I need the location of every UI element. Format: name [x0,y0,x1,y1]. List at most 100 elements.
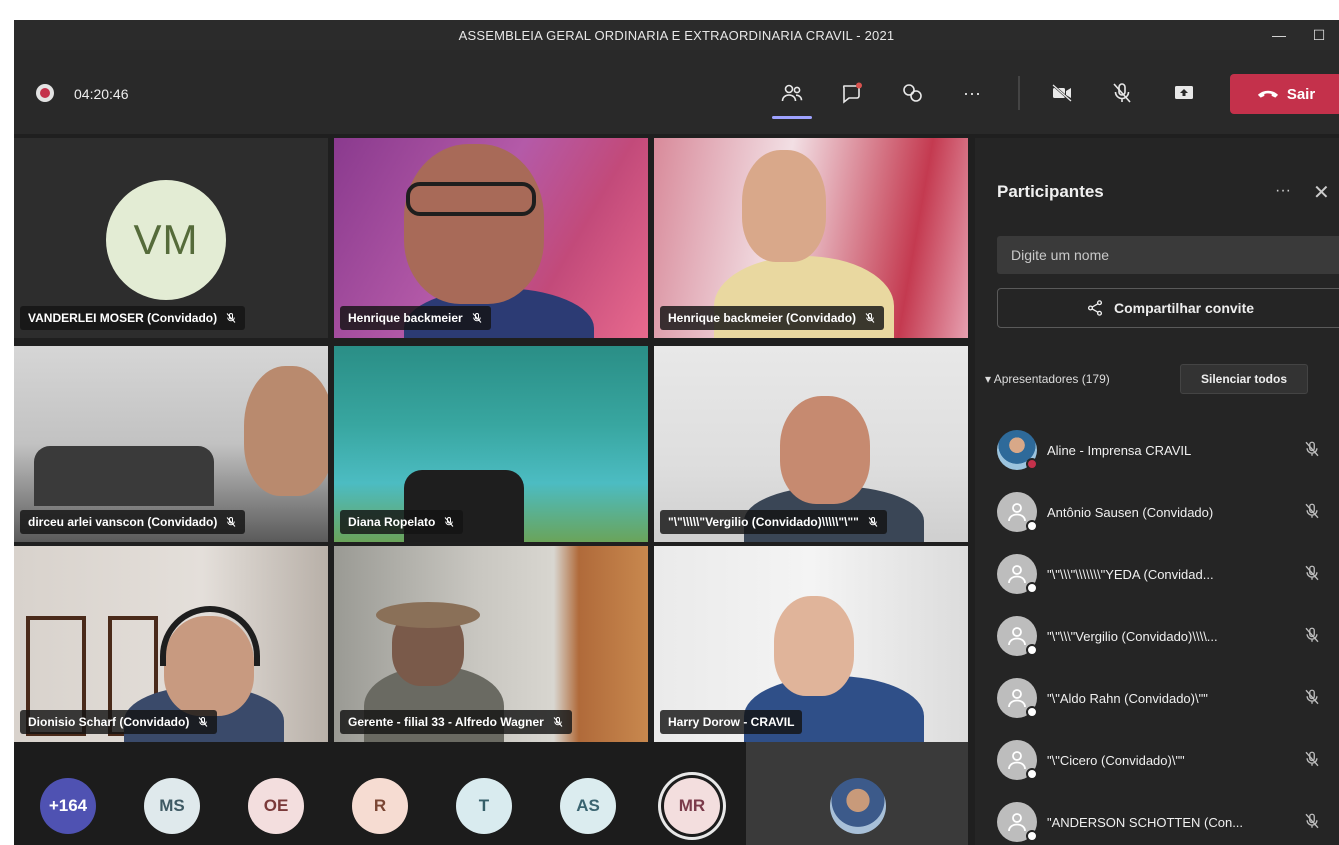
participant-name: Henrique backmeier (Convidado) [668,311,857,325]
mic-off-icon[interactable] [1104,76,1140,110]
participant-name: Dionisio Scharf (Convidado) [28,715,190,729]
video-tile[interactable]: VM VANDERLEI MOSER (Convidado) [14,138,328,338]
avatar [997,492,1038,532]
mic-off-icon [868,517,878,527]
video-tile[interactable]: Dionisio Scharf (Convidado) [14,546,328,742]
mic-off-icon [865,313,875,323]
person-icon [1008,627,1026,646]
participant-name: Antônio Sausen (Convidado) [1047,504,1214,520]
close-icon[interactable]: ✕ [1313,180,1330,205]
participant-name: dirceu arlei vanscon (Convidado) [28,515,218,529]
participant-row[interactable]: "\"\\\"Vergilio (Convidado)\\\\... [997,614,1337,658]
participant-row[interactable]: "\"Cicero (Convidado)\"" [997,738,1337,782]
avatar-speaking[interactable]: MR [664,778,720,834]
participant-row[interactable]: Antônio Sausen (Convidado) [997,490,1337,534]
participant-name-tag: Harry Dorow - CRAVIL [660,710,803,734]
minimize-icon[interactable]: — [1259,20,1299,50]
participants-panel: Participantes ··· ✕ Compartilhar convite… [975,138,1339,845]
participant-row[interactable]: "ANDERSON SCHOTTEN (Con... [997,800,1337,844]
camera-off-icon[interactable] [1044,76,1080,110]
share-label: Compartilhar convite [1113,300,1255,316]
teams-window: ASSEMBLEIA GERAL ORDINARIA E EXTRAORDINA… [14,20,1339,845]
mic-off-icon [444,517,454,527]
participant-name-tag: Henrique backmeier [340,306,491,330]
video-tile[interactable]: Harry Dorow - CRAVIL [654,546,968,742]
panel-title: Participantes [997,182,1104,201]
person-icon [1008,689,1026,708]
share-icon [1087,300,1103,316]
participant-name: Harry Dorow - CRAVIL [668,715,795,729]
participant-name: Diana Ropelato [348,515,436,529]
overflow-count-avatar[interactable]: +164 [40,778,96,834]
avatar [997,554,1038,594]
participant-row[interactable]: "\"\\\"\\\\\\\"YEDA (Convidad... [997,552,1337,596]
person-icon [1008,813,1026,832]
participant-name-tag: Gerente - filial 33 - Alfredo Wagner [340,710,572,734]
participant-name-tag: Dionisio Scharf (Convidado) [20,710,218,734]
mic-off-icon[interactable] [1303,564,1321,582]
participant-name-tag: VANDERLEI MOSER (Convidado) [20,306,246,330]
avatar [997,802,1038,842]
video-tile[interactable]: Diana Ropelato [334,346,648,542]
avatar [997,430,1038,470]
maximize-icon[interactable]: ☐ [1299,20,1339,50]
avatar [997,678,1038,718]
toolbar-separator [1018,76,1020,110]
avatar: VM [106,180,226,300]
participant-name: Aline - Imprensa CRAVIL [1047,442,1192,458]
leave-button[interactable]: Sair [1230,74,1339,114]
people-tab-indicator [772,116,812,119]
avatar[interactable]: T [456,778,512,834]
mic-off-icon[interactable] [1303,750,1321,768]
more-icon[interactable]: ··· [954,76,990,110]
presenters-section-label[interactable]: ▾ Apresentadores (179) [985,372,1110,386]
video-grid: VM VANDERLEI MOSER (Convidado) Henrique … [14,138,968,742]
video-tile[interactable]: dirceu arlei vanscon (Convidado) [14,346,328,542]
participant-name: "ANDERSON SCHOTTEN (Con... [1047,814,1244,830]
avatar[interactable]: OE [248,778,304,834]
meeting-toolbar: 04:20:46 ··· Sair [14,50,1339,134]
search-input[interactable] [997,236,1339,274]
self-view [746,742,968,845]
share-screen-icon[interactable] [1166,76,1202,110]
participant-name-tag: "\"\\\\\"Vergilio (Convidado)\\\\\"\"" [660,510,887,534]
mic-off-icon [472,313,482,323]
window-title: ASSEMBLEIA GERAL ORDINARIA E EXTRAORDINA… [458,27,895,43]
avatar[interactable]: AS [560,778,616,834]
participant-name: "\"Cicero (Convidado)\"" [1047,752,1185,768]
mic-off-icon[interactable] [1303,502,1321,520]
share-invite-button[interactable]: Compartilhar convite [997,288,1339,328]
mic-off-icon [553,717,563,727]
participant-name-tag: Diana Ropelato [340,510,464,534]
mute-all-button[interactable]: Silenciar todos [1180,364,1308,394]
reactions-icon[interactable] [894,76,930,110]
mic-off-icon[interactable] [1303,812,1321,830]
participant-name: "\"\\\\\"Vergilio (Convidado)\\\\\"\"" [668,515,859,529]
chat-icon[interactable] [834,76,870,110]
person-icon [1008,565,1026,584]
video-tile[interactable]: Henrique backmeier (Convidado) [654,138,968,338]
mic-off-icon [198,717,208,727]
title-bar: ASSEMBLEIA GERAL ORDINARIA E EXTRAORDINA… [14,20,1339,50]
presenters-label: Apresentadores (179) [993,372,1110,386]
participant-name: Gerente - filial 33 - Alfredo Wagner [348,715,544,729]
participant-name: "\"\\\"Vergilio (Convidado)\\\\... [1047,628,1218,644]
meeting-timer: 04:20:46 [74,86,129,102]
people-icon[interactable] [774,76,810,110]
participant-row[interactable]: "\"Aldo Rahn (Convidado)\"" [997,676,1337,720]
video-tile[interactable]: "\"\\\\\"Vergilio (Convidado)\\\\\"\"" [654,346,968,542]
participant-row[interactable]: Aline - Imprensa CRAVIL [997,428,1337,472]
video-tile[interactable]: Henrique backmeier [334,138,648,338]
avatar[interactable]: MS [144,778,200,834]
mic-off-icon[interactable] [1303,688,1321,706]
mic-off-icon [226,313,236,323]
more-icon[interactable]: ··· [1275,182,1291,200]
leave-label: Sair [1286,85,1316,103]
mic-off-icon[interactable] [1303,626,1321,644]
mic-off-icon[interactable] [1303,440,1321,458]
avatar[interactable]: R [352,778,408,834]
participant-name: "\"\\\"\\\\\\\"YEDA (Convidad... [1047,566,1214,582]
avatar [830,778,886,834]
video-tile[interactable]: Gerente - filial 33 - Alfredo Wagner [334,546,648,742]
participant-name: "\"Aldo Rahn (Convidado)\"" [1047,690,1208,706]
